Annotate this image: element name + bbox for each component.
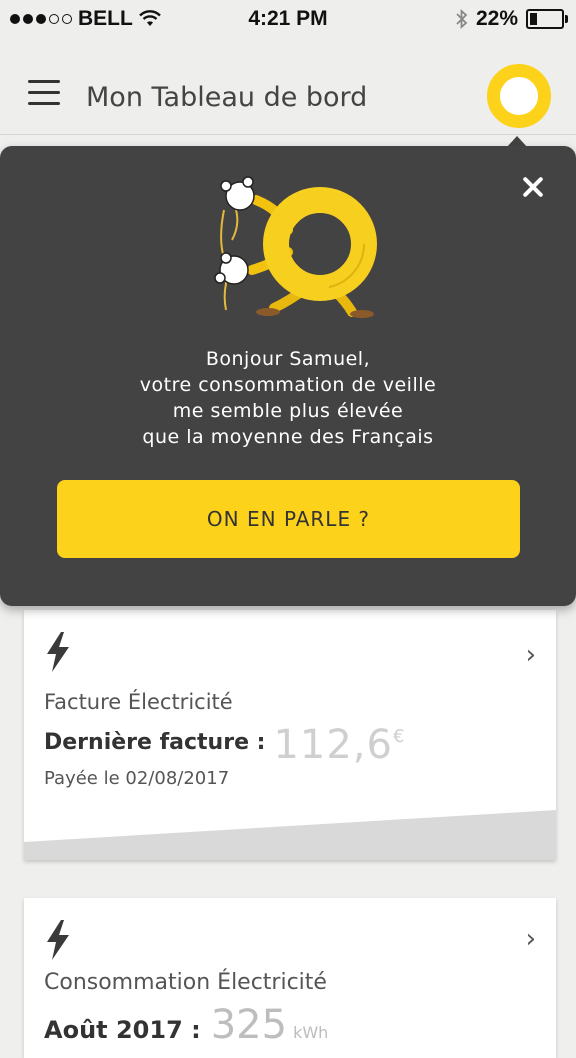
battery-percent: 22% <box>475 7 518 30</box>
bluetooth-icon <box>456 9 468 29</box>
message-line: votre consommation de veille <box>139 374 437 396</box>
electricity-bill-card[interactable]: › Facture Électricité Dernière facture :… <box>24 610 556 860</box>
consumption-row: Août 2017 : 325 kWh <box>44 1002 328 1048</box>
app-header: Mon Tableau de bord <box>0 38 576 135</box>
card-label: Facture Électricité <box>44 690 233 714</box>
lightning-icon <box>47 632 69 672</box>
paid-date: Payée le 02/08/2017 <box>44 768 230 789</box>
chevron-right-icon[interactable]: › <box>526 640 536 670</box>
month-label: Août 2017 : <box>44 1016 201 1044</box>
trend-wedge-graphic <box>24 810 556 860</box>
currency-symbol: € <box>392 726 405 747</box>
card-label: Consommation Électricité <box>44 970 327 995</box>
message-line: me semble plus élevée <box>172 400 404 422</box>
lightning-icon <box>47 920 69 960</box>
consumption-value: 325 <box>210 1002 288 1048</box>
last-bill-label: Dernière facture : <box>44 730 266 755</box>
chevron-right-icon[interactable]: › <box>526 924 536 954</box>
electricity-consumption-card[interactable]: › Consommation Électricité Août 2017 : 3… <box>24 898 556 1058</box>
message-line: que la moyenne des Français <box>142 426 434 448</box>
ring-logo-icon[interactable] <box>487 64 551 128</box>
status-bar: BELL 4:21 PM 22% <box>0 0 576 38</box>
battery-icon <box>526 9 568 29</box>
ring-mascot-illustration <box>214 176 377 318</box>
suggestion-popup: Bonjour Samuel, votre consommation de ve… <box>0 146 576 606</box>
last-bill-row: Dernière facture : 112,6 € <box>44 722 404 768</box>
bill-amount: 112,6 <box>273 722 393 768</box>
popup-message: Bonjour Samuel, votre consommation de ve… <box>0 346 576 450</box>
message-line: Bonjour Samuel, <box>205 348 371 370</box>
talk-about-it-button[interactable]: ON EN PARLE ? <box>57 480 520 558</box>
hamburger-icon[interactable] <box>28 80 60 106</box>
consumption-unit: kWh <box>293 1023 329 1042</box>
page-title: Mon Tableau de bord <box>86 82 368 113</box>
close-icon[interactable] <box>520 174 546 200</box>
